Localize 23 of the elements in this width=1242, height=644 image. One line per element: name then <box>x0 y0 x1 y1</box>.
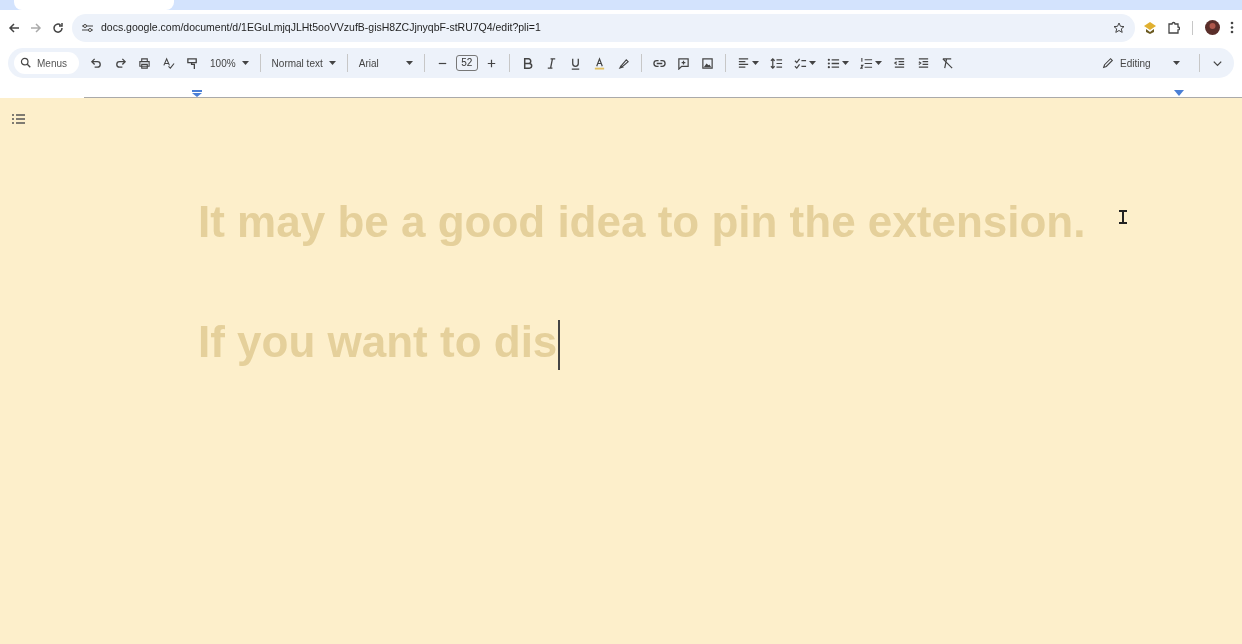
outline-icon[interactable] <box>12 114 25 124</box>
profile-avatar[interactable] <box>1203 18 1222 37</box>
url-text: docs.google.com/document/d/1EGuLmjqJLHt5ooVVzufB-gisH8ZCJjnyqbF-stRU7Q4/edit?pli=1 <box>101 19 542 35</box>
caret-icon <box>328 61 336 65</box>
search-icon <box>20 57 32 69</box>
pencil-icon <box>1102 57 1114 69</box>
editing-mode-dropdown[interactable]: Editing <box>1098 55 1184 71</box>
caret-icon <box>1173 61 1180 65</box>
caret-icon <box>405 61 413 65</box>
menus-search-button[interactable]: Menus <box>14 52 79 74</box>
text-cursor-icon <box>1119 210 1127 224</box>
right-indent-marker-icon[interactable] <box>1174 90 1184 96</box>
zoom-dropdown[interactable]: 100% <box>206 55 253 71</box>
style-dropdown[interactable]: Normal text <box>267 55 340 71</box>
puzzle-icon[interactable] <box>1165 19 1182 36</box>
bookmark-star-icon[interactable] <box>1113 21 1125 34</box>
indent-marker-icon[interactable] <box>192 90 202 97</box>
caret-icon <box>241 61 249 65</box>
font-size-field[interactable]: 52 <box>455 55 478 71</box>
site-settings-icon[interactable] <box>82 22 93 33</box>
font-dropdown[interactable]: Arial <box>354 55 417 71</box>
more-icon[interactable] <box>1228 19 1236 36</box>
address-bar[interactable]: docs.google.com/document/d/1EGuLmjqJLHt5ooVVzufB-gisH8ZCJjnyqbF-stRU7Q4/edit?pli=1 <box>72 13 1135 42</box>
